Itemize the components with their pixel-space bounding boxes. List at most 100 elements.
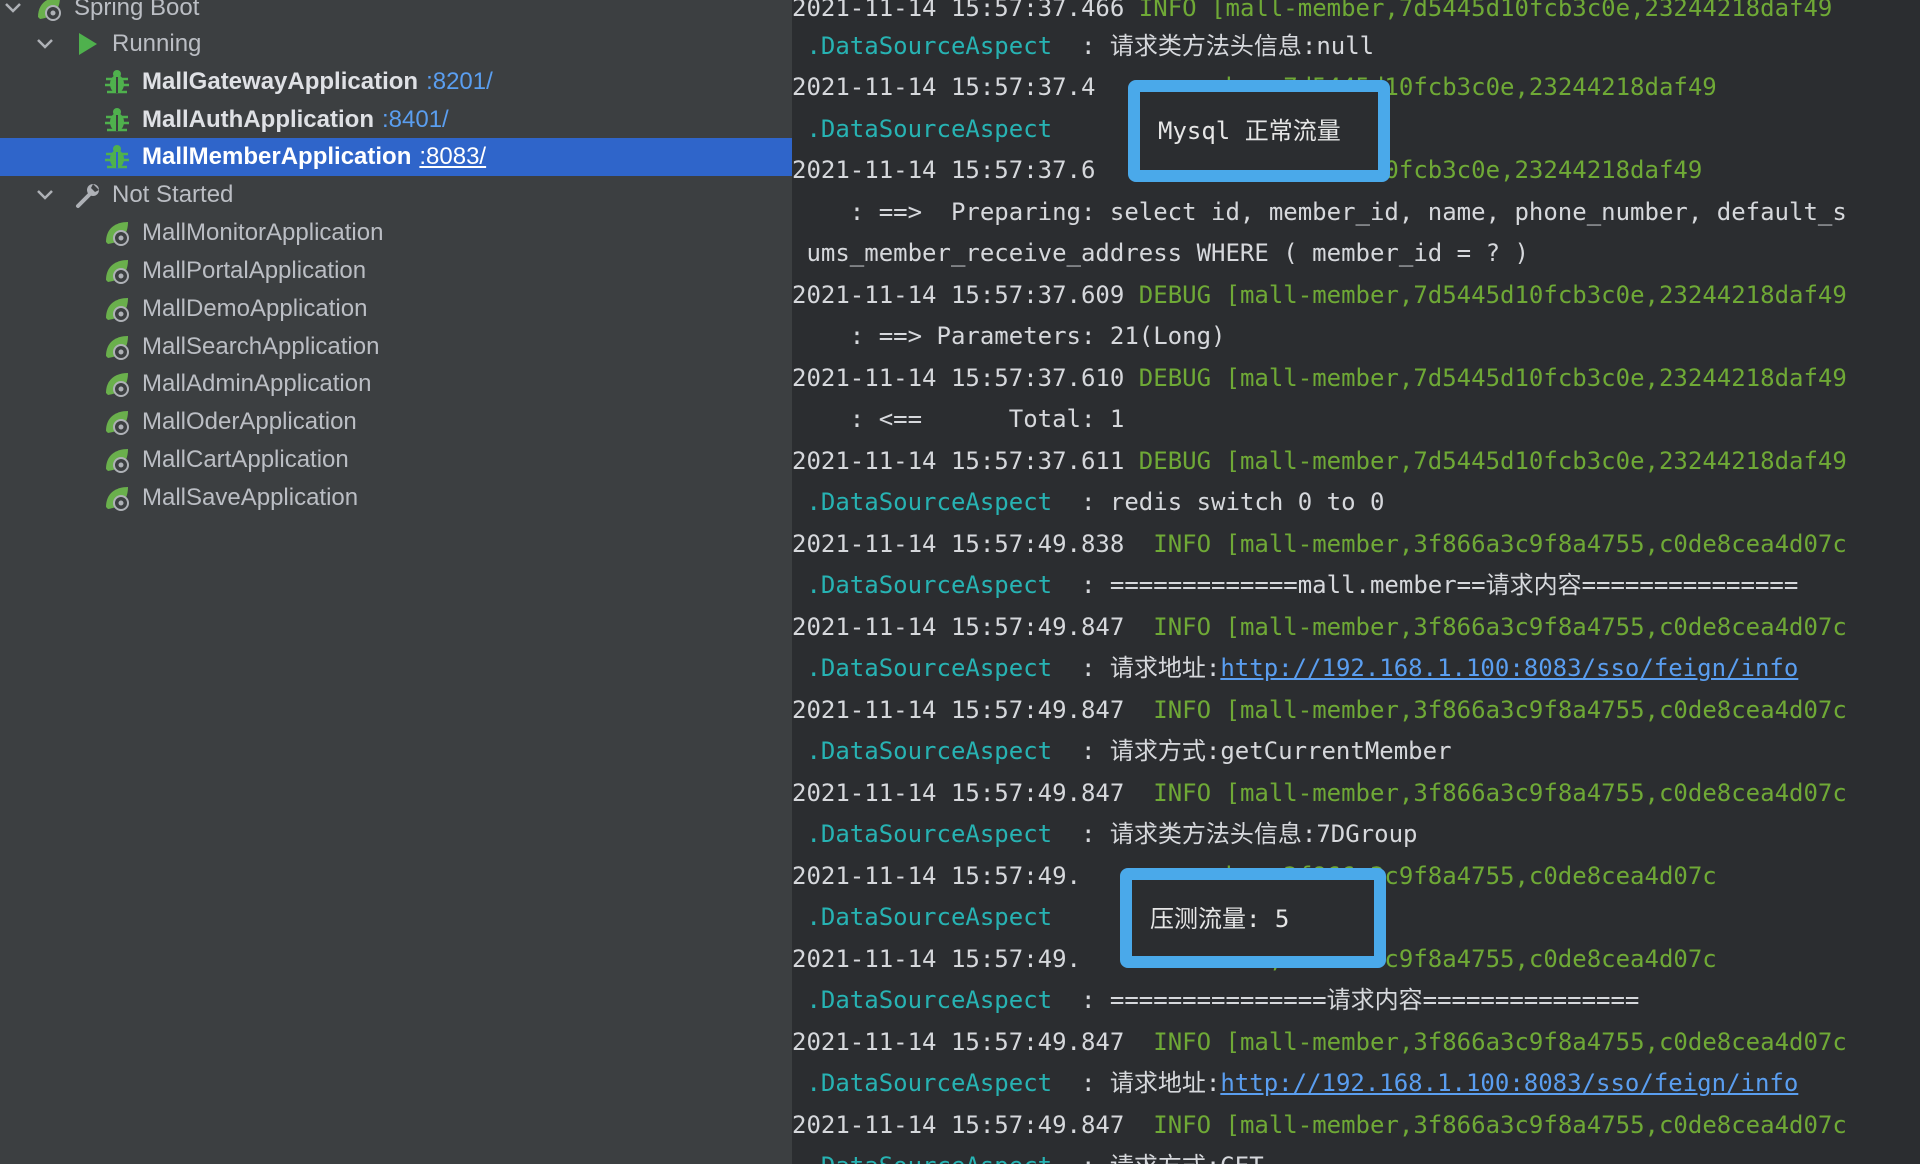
- log-line: .DataSourceAspect : 请求类方法头信息:null: [792, 26, 1920, 67]
- log-level: INFO: [1124, 696, 1212, 724]
- app-port-link[interactable]: :8201/: [426, 68, 493, 96]
- tree-node-stopped-app[interactable]: MallPortalApplication: [0, 252, 792, 290]
- app-name: MallCartApplication: [142, 446, 349, 473]
- log-line: ums_member_receive_address WHERE ( membe…: [792, 233, 1920, 274]
- tree-node-stopped-app[interactable]: MallDemoApplication: [0, 290, 792, 328]
- log-trace: [mall-member,7d5445d10fcb3c0e,23244218da…: [1211, 364, 1847, 392]
- app-name: MallAuthApplication: [142, 106, 374, 133]
- wrench-icon: [72, 180, 102, 210]
- log-line: .DataSourceAspect : 请求类方法头信息:7DGroup: [792, 814, 1920, 855]
- spring-boot-icon: [102, 445, 132, 475]
- log-class: .DataSourceAspect: [792, 488, 1053, 516]
- log-message: ums_member_receive_address WHERE ( membe…: [792, 239, 1529, 267]
- tree-node-running[interactable]: Running: [0, 25, 792, 63]
- log-level: INFO: [1124, 0, 1197, 22]
- tree-node-not-started[interactable]: Not Started: [0, 176, 792, 214]
- log-line: 2021-11-14 15:57:49.847 INFO [mall-membe…: [792, 773, 1920, 814]
- log-timestamp: 2021-11-14 15:57:37.611: [792, 447, 1125, 475]
- spring-boot-icon: [102, 256, 132, 286]
- app-name: MallSearchApplication: [142, 333, 380, 360]
- log-message: : ===============请求内容===============: [1052, 986, 1640, 1014]
- log-level: INFO: [1124, 779, 1212, 807]
- app-name: MallAdminApplication: [142, 370, 372, 397]
- log-url-link[interactable]: http://192.168.1.100:8083/sso/feign/info: [1220, 1069, 1798, 1097]
- log-trace: [mall-member,3f866a3c9f8a4755,c0de8cea4d…: [1211, 613, 1847, 641]
- app-name: MallGatewayApplication: [142, 68, 419, 95]
- spring-boot-icon: [102, 407, 132, 437]
- tree-node-stopped-app[interactable]: MallCartApplication: [0, 441, 792, 479]
- log-message: : redis switch 0 to 0: [1052, 488, 1385, 516]
- highlight-text: 压测流量: 5: [1150, 905, 1290, 933]
- log-trace: [mall-member,7d5445d10fcb3c0e,23244218da…: [1211, 447, 1847, 475]
- app-port-link[interactable]: :8401/: [382, 106, 449, 134]
- log-message: : 请求地址:: [1052, 1069, 1221, 1097]
- spring-boot-icon: [102, 332, 132, 362]
- chevron-down-icon[interactable]: [0, 0, 26, 21]
- log-level: INFO: [1124, 1028, 1212, 1056]
- log-level: DEBUG: [1124, 281, 1212, 309]
- log-line: 2021-11-14 15:57:49.847 INFO [mall-membe…: [792, 690, 1920, 731]
- app-port-link[interactable]: :8083/: [419, 143, 486, 171]
- tree-node-stopped-app[interactable]: MallSaveApplication: [0, 479, 792, 517]
- log-trace: [mall-member,3f866a3c9f8a4755,c0de8cea4d…: [1211, 779, 1847, 807]
- log-message: : 请求类方法头信息:null: [1052, 32, 1375, 60]
- highlight-box-load-test-traffic: 压测流量: 5: [1120, 868, 1386, 968]
- log-trace: [mall-member,3f866a3c9f8a4755,c0de8cea4d…: [1211, 696, 1847, 724]
- highlight-text: Mysql 正常流量: [1158, 117, 1341, 145]
- services-tree: Spring Boot Running MallGatewayApplicati…: [0, 0, 792, 1164]
- log-line: 2021-11-14 15:57:49.847 INFO [mall-membe…: [792, 607, 1920, 648]
- log-class: .DataSourceAspect: [792, 115, 1053, 143]
- log-line: .DataSourceAspect : ===============请求内容=…: [792, 980, 1920, 1021]
- log-trace: [mall-member,7d5445d10fcb3c0e,23244218da…: [1196, 0, 1833, 22]
- tree-node-stopped-app[interactable]: MallOderApplication: [0, 403, 792, 441]
- log-timestamp: 2021-11-14 15:57:49.847: [792, 613, 1125, 641]
- log-timestamp: 2021-11-14 15:57:49.847: [792, 1111, 1125, 1139]
- log-line: 2021-11-14 15:57:49.847 INFO [mall-membe…: [792, 1105, 1920, 1146]
- log-message: : 请求类方法头信息:7DGroup: [1052, 820, 1418, 848]
- log-line: .DataSourceAspect : 请求地址:http://192.168.…: [792, 648, 1920, 689]
- tree-node-stopped-app[interactable]: MallMonitorApplication: [0, 214, 792, 252]
- log-line: : <== Total: 1: [792, 399, 1920, 440]
- tree-node-stopped-app[interactable]: MallAdminApplication: [0, 365, 792, 403]
- log-trace: [mall-member,3f866a3c9f8a4755,c0de8cea4d…: [1211, 530, 1847, 558]
- log-class: .DataSourceAspect: [792, 571, 1053, 599]
- log-message: : =============mall.member==请求内容========…: [1052, 571, 1799, 599]
- log-line: 2021-11-14 15:57:49.847 INFO [mall-membe…: [792, 1022, 1920, 1063]
- log-class: .DataSourceAspect: [792, 1069, 1053, 1097]
- log-message: : ==> Parameters: 21(Long): [792, 322, 1226, 350]
- log-trace: [mall-member,3f866a3c9f8a4755,c0de8cea4d…: [1211, 1111, 1847, 1139]
- spring-boot-icon: [102, 369, 132, 399]
- app-name: MallMonitorApplication: [142, 219, 384, 246]
- log-class: .DataSourceAspect: [792, 903, 1053, 931]
- chevron-down-icon[interactable]: [32, 182, 58, 208]
- spring-boot-icon: [34, 0, 64, 23]
- log-message: : 请求方式:GET: [1052, 1152, 1264, 1164]
- log-line: 2021-11-14 15:57:37.609 DEBUG [mall-memb…: [792, 275, 1920, 316]
- tree-node-mall-auth-application[interactable]: MallAuthApplication :8401/: [0, 101, 792, 139]
- app-name: MallPortalApplication: [142, 257, 367, 284]
- log-timestamp: 2021-11-14 15:57:49.847: [792, 1028, 1125, 1056]
- log-class: .DataSourceAspect: [792, 654, 1053, 682]
- log-line: : ==> Preparing: select id, member_id, n…: [792, 192, 1920, 233]
- app-name: MallSaveApplication: [142, 484, 359, 511]
- tree-node-mall-member-application[interactable]: MallMemberApplication :8083/: [0, 138, 792, 176]
- tree-node-stopped-app[interactable]: MallSearchApplication: [0, 328, 792, 366]
- console-output[interactable]: 2021-11-14 15:57:37.466 INFO [mall-membe…: [792, 0, 1920, 1164]
- log-line: .DataSourceAspect : 请求方式:getCurrentMembe…: [792, 731, 1920, 772]
- chevron-down-icon[interactable]: [32, 31, 58, 57]
- debug-bug-icon: [102, 67, 132, 97]
- tree-node-label: Spring Boot: [74, 0, 200, 21]
- tree-node-label: Not Started: [112, 181, 234, 208]
- log-trace: [mall-member,7d5445d10fcb3c0e,23244218da…: [1211, 281, 1847, 309]
- log-level: DEBUG: [1124, 364, 1212, 392]
- log-message: : 请求方式:getCurrentMember: [1052, 737, 1452, 765]
- run-icon: [72, 29, 102, 59]
- log-timestamp: 2021-11-14 15:57:49.847: [792, 779, 1125, 807]
- log-class: .DataSourceAspect: [792, 32, 1053, 60]
- log-url-link[interactable]: http://192.168.1.100:8083/sso/feign/info: [1220, 654, 1798, 682]
- log-timestamp: 2021-11-14 15:57:37.609: [792, 281, 1125, 309]
- log-message: : 请求地址:: [1052, 654, 1221, 682]
- tree-node-mall-gateway-application[interactable]: MallGatewayApplication :8201/: [0, 63, 792, 101]
- log-timestamp: 2021-11-14 15:57:49.847: [792, 696, 1125, 724]
- tree-node-spring-boot[interactable]: Spring Boot: [0, 0, 792, 27]
